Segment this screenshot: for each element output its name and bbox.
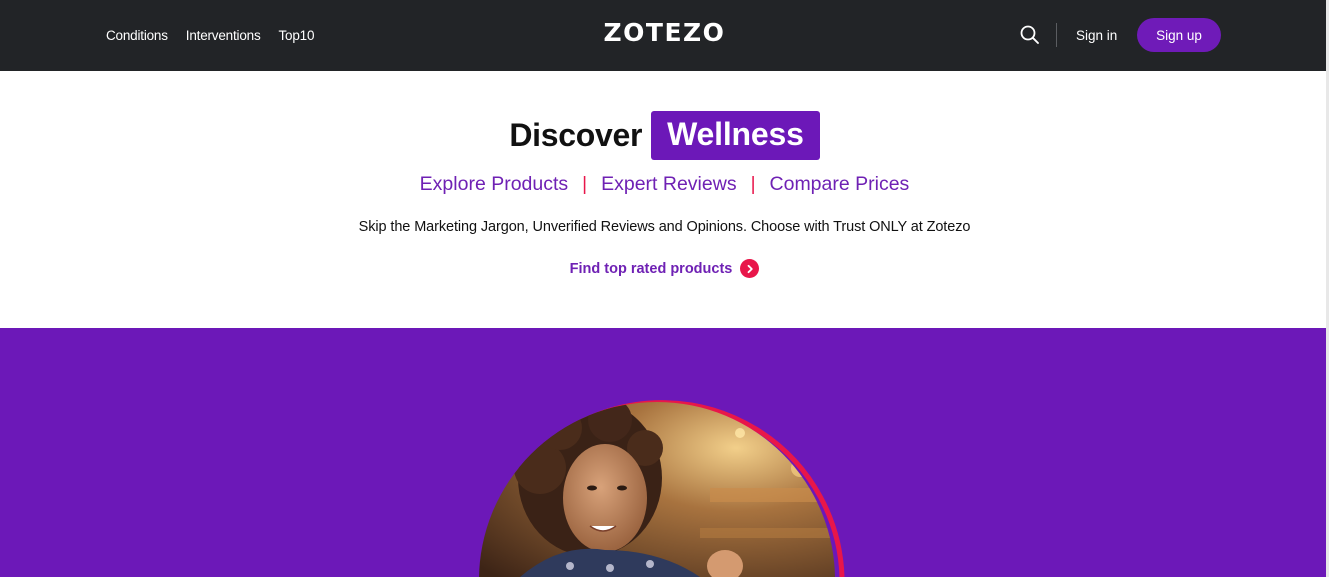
hero-image — [479, 400, 845, 577]
top-navigation-bar: Conditions Interventions Top10 ZOTEZO Si… — [0, 0, 1329, 71]
header-divider — [1056, 23, 1057, 47]
separator: | — [582, 173, 588, 195]
nav-link-conditions[interactable]: Conditions — [106, 28, 168, 43]
find-top-rated-link[interactable]: Find top rated products — [0, 259, 1329, 278]
nav-link-interventions[interactable]: Interventions — [186, 28, 261, 43]
primary-nav: Conditions Interventions Top10 — [106, 0, 314, 71]
sign-in-link[interactable]: Sign in — [1076, 0, 1117, 71]
chevron-right-icon — [740, 259, 760, 278]
hero-banner — [0, 328, 1329, 577]
nav-link-top10[interactable]: Top10 — [279, 28, 315, 43]
compare-prices-link[interactable]: Compare Prices — [770, 173, 910, 196]
hero-heading: Discover Wellness — [0, 111, 1329, 160]
woman-photo — [479, 402, 835, 577]
hero-title-plain: Discover — [509, 117, 643, 153]
explore-products-link[interactable]: Explore Products — [420, 173, 569, 196]
search-icon[interactable] — [1019, 24, 1041, 46]
cta-label: Find top rated products — [569, 260, 733, 277]
separator: | — [750, 173, 756, 195]
hero-tagline: Skip the Marketing Jargon, Unverified Re… — [358, 219, 971, 235]
hero-title-highlight: Wellness — [651, 111, 820, 160]
sign-up-button[interactable]: Sign up — [1137, 18, 1221, 52]
site-logo[interactable]: ZOTEZO — [604, 18, 726, 47]
hero-feature-links: Explore Products | Expert Reviews | Comp… — [0, 173, 1329, 196]
expert-reviews-link[interactable]: Expert Reviews — [601, 173, 736, 196]
